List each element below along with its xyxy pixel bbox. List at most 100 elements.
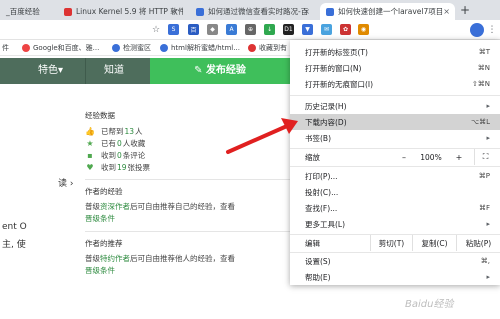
menu-separator [290, 95, 500, 96]
bookmark-item[interactable]: 收藏到有 [248, 43, 287, 53]
extension-icon[interactable]: ◆ [207, 24, 218, 35]
publish-label: 发布经验 [205, 65, 246, 76]
star-icon[interactable]: ☆ [150, 24, 162, 36]
more-vert-icon[interactable]: ⋮ [486, 24, 498, 36]
tab-strip: _百度经验 Linux Kernel 5.9 将 HTTP 软件 × 如何通过微… [0, 0, 500, 20]
browser-tab[interactable]: Linux Kernel 5.9 将 HTTP 软件 × [58, 3, 183, 20]
extension-icon[interactable]: ◉ [358, 24, 369, 35]
menu-item-help[interactable]: 帮助(E) ▸ [290, 269, 500, 285]
chevron-right-icon: ▸ [486, 220, 490, 228]
extension-icon[interactable]: 百 [188, 24, 199, 35]
menu-item-print[interactable]: 打印(P)... ⌘P [290, 168, 500, 184]
menu-item-downloads[interactable]: 下载内容(D) ⌥⌘L [290, 114, 500, 130]
extension-icon[interactable]: ✿ [340, 24, 351, 35]
menu-shortcut: ⌘T [478, 48, 490, 56]
like-icon: ♥ [86, 162, 94, 172]
tab-title: 如何通过微信查看实时路况-百 [208, 7, 309, 16]
nav-divider [85, 58, 86, 84]
article-content: 读 › ent O 主, 使 [0, 84, 80, 319]
zoom-in-button[interactable]: + [450, 149, 468, 165]
new-tab-button[interactable]: + [460, 3, 470, 17]
menu-shortcut: ⌘F [478, 204, 490, 212]
read-more-link[interactable]: 读 › [58, 176, 73, 189]
bookmark-item[interactable]: 件 [2, 43, 9, 53]
menu-label: 缩放 [305, 152, 320, 162]
bookmark-favicon-icon [160, 44, 168, 52]
stat-suffix: 人 [135, 126, 143, 136]
promotion-conditions-link[interactable]: 晋级条件 [85, 266, 115, 275]
senior-author-link[interactable]: 资深作者 [100, 202, 130, 211]
menu-label: 打开新的无痕窗口(I) [305, 79, 374, 89]
bookmark-item[interactable]: Google和百度、雅... [22, 43, 99, 53]
bookmark-favicon-icon [112, 44, 120, 52]
bookmark-favicon-icon [22, 44, 30, 52]
nav-item-features[interactable]: 特色▾ [38, 58, 63, 84]
stat-favorites: ★ 已有 0 人收藏 [85, 137, 290, 149]
extension-icon[interactable]: ✉ [321, 24, 332, 35]
bookmark-favicon-icon [248, 44, 256, 52]
menu-shortcut: ⌥⌘L [471, 118, 490, 126]
extension-icon[interactable]: D1 [283, 24, 294, 35]
menu-item-new-tab[interactable]: 打开新的标签页(T) ⌘T [290, 44, 500, 60]
article-text-fragment: ent O [2, 222, 27, 232]
bookmark-label: 收藏到有 [259, 44, 287, 52]
zoom-out-button[interactable]: – [395, 149, 413, 165]
browser-menu: 打开新的标签页(T) ⌘T 打开新的窗口(N) ⌘N 打开新的无痕窗口(I) ⇧⌘N … [290, 40, 500, 285]
stat-comments: ▪ 收到 0 条评论 [85, 149, 290, 161]
bookmark-label: 检测蜜区 [123, 44, 151, 52]
menu-item-history[interactable]: 历史记录(H) ▸ [290, 98, 500, 114]
extension-icon[interactable]: ▼ [302, 24, 313, 35]
close-tab-icon[interactable]: × [443, 7, 450, 16]
pen-icon: ✎ [194, 65, 206, 76]
bookmark-item[interactable]: html解析蜜蜡/html... [160, 43, 240, 53]
stat-number: 13 [124, 126, 135, 136]
stat-suffix: 人收藏 [122, 138, 146, 148]
star-icon: ★ [86, 138, 94, 148]
nav-item-zhidao[interactable]: 知道 [104, 58, 124, 84]
browser-tab[interactable]: _百度经验 [0, 3, 55, 20]
close-tab-icon[interactable]: × [171, 7, 178, 16]
menu-label: 查找(F)... [305, 203, 338, 213]
fullscreen-icon[interactable]: ⛶ [474, 149, 496, 165]
menu-item-incognito[interactable]: 打开新的无痕窗口(I) ⇧⌘N [290, 76, 500, 92]
author-exp-text: 普级资深作者后可自由推荐自己的经验，查看 晋级条件 [85, 201, 290, 225]
menu-label: 投射(C)... [305, 187, 339, 197]
menu-item-settings[interactable]: 设置(S) ⌘, [290, 253, 500, 269]
menu-label: 打印(P)... [305, 171, 338, 181]
extension-icon[interactable]: ⊕ [245, 24, 256, 35]
promotion-conditions-link[interactable]: 晋级条件 [85, 214, 115, 223]
stat-prefix: 收到 [101, 150, 116, 160]
bookmark-item[interactable]: 检测蜜区 [112, 43, 151, 53]
profile-avatar-icon[interactable] [470, 23, 484, 37]
close-tab-icon[interactable]: × [303, 7, 310, 16]
browser-tab-active[interactable]: 如何快速创建一个laravel7项目 × [320, 3, 455, 20]
stat-number: 0 [117, 150, 122, 160]
tab-title: Linux Kernel 5.9 将 HTTP 软件 [76, 7, 183, 16]
stat-suffix: 张投票 [127, 162, 151, 172]
text: 后可自由推荐自己的经验，查看 [130, 202, 235, 211]
extension-icon[interactable]: ↓ [264, 24, 275, 35]
menu-shortcut: ⌘, [480, 257, 490, 265]
tab-title: _百度经验 [6, 7, 40, 16]
copy-button[interactable]: 复制(C) [412, 235, 456, 251]
stat-votes: ♥ 收到 19 张投票 [85, 161, 290, 173]
special-author-link[interactable]: 特约作者 [100, 254, 130, 263]
extension-icon[interactable]: S [168, 24, 179, 35]
cut-button[interactable]: 剪切(T) [370, 235, 412, 251]
article-text-fragment: 主, 使 [2, 240, 26, 250]
menu-item-new-window[interactable]: 打开新的窗口(N) ⌘N [290, 60, 500, 76]
text: 普级 [85, 254, 100, 263]
stats-title: 经验数据 [85, 111, 115, 120]
browser-tab[interactable]: 如何通过微信查看实时路况-百 × [190, 3, 315, 20]
text: 普级 [85, 202, 100, 211]
menu-item-cast[interactable]: 投射(C)... [290, 184, 500, 200]
author-rec-title: 作者的推荐 [85, 239, 123, 248]
menu-item-more-tools[interactable]: 更多工具(L) ▸ [290, 216, 500, 232]
sidebar: 经验数据 👍 已帮到 13 人 ★ 已有 0 人收藏 ▪ 收到 0 条评论 ♥ … [85, 110, 290, 277]
extension-icon[interactable]: A [226, 24, 237, 35]
menu-item-bookmarks[interactable]: 书签(B) ▸ [290, 130, 500, 146]
menu-item-find[interactable]: 查找(F)... ⌘F [290, 200, 500, 216]
paste-button[interactable]: 粘贴(P) [456, 235, 500, 251]
author-exp-title: 作者的经验 [85, 187, 123, 196]
publish-button[interactable]: ✎ 发布经验 [150, 58, 290, 84]
